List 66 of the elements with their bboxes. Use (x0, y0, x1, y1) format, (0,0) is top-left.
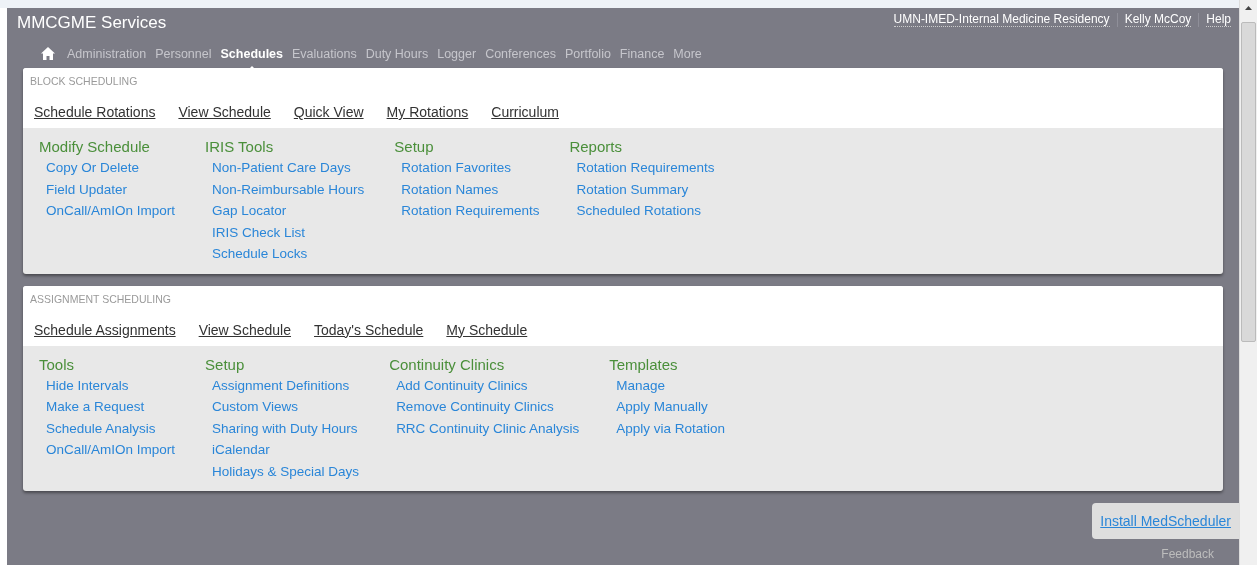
menu-link[interactable]: Manage (609, 374, 725, 396)
section-title: ASSIGNMENT SCHEDULING (30, 292, 171, 305)
menu-link[interactable]: Copy Or Delete (39, 157, 176, 179)
menu-link[interactable]: Gap Locator (205, 200, 365, 222)
tab-link[interactable]: Today's Schedule (314, 321, 424, 338)
tab-link[interactable]: View Schedule (198, 321, 291, 338)
group-heading: Setup (205, 355, 246, 373)
group-heading: IRIS Tools (205, 138, 275, 155)
nav-tab[interactable]: More (673, 47, 702, 61)
header-link[interactable]: Kelly McCoy (1124, 12, 1192, 27)
menu-link[interactable]: Apply Manually (609, 396, 725, 418)
nav-tab[interactable]: Conferences (485, 47, 556, 61)
tab-link[interactable]: Schedule Rotations (34, 104, 156, 120)
menu-link[interactable]: Non-Reimbursable Hours (205, 178, 365, 200)
group-heading: Continuity Clinics (389, 355, 506, 373)
tab-link[interactable]: View Schedule (178, 104, 271, 120)
feedback-link[interactable]: Feedback (1161, 547, 1214, 561)
menu-link[interactable]: Make a Request (39, 396, 176, 418)
nav-tab[interactable]: Portfolio (565, 47, 611, 61)
menu-link[interactable]: Rotation Requirements (569, 157, 715, 179)
tab-link[interactable]: Curriculum (491, 104, 559, 120)
menu-link[interactable]: Sharing with Duty Hours (205, 417, 360, 439)
menu-link[interactable]: Add Continuity Clinics (389, 374, 580, 396)
nav-tab[interactable]: Duty Hours (365, 47, 429, 61)
scrollbar[interactable] (1239, 0, 1257, 565)
menu-link[interactable]: Non-Patient Care Days (205, 157, 365, 179)
nav-tab[interactable]: Logger (437, 47, 477, 61)
group-heading: Templates (609, 355, 679, 373)
section-title: BLOCK SCHEDULING (30, 75, 138, 87)
menu-link[interactable]: Hide Intervals (39, 374, 176, 396)
menu-link[interactable]: Custom Views (205, 396, 360, 418)
menu-link[interactable]: iCalendar (205, 439, 360, 461)
tab-link[interactable]: My Schedule (446, 321, 528, 338)
home-icon[interactable] (41, 46, 55, 60)
group-heading: Modify Schedule (39, 138, 151, 155)
menu-link[interactable]: Rotation Favorites (394, 157, 540, 179)
menu-link[interactable]: OnCall/AmIOn Import (39, 439, 176, 461)
menu-link[interactable]: Rotation Requirements (394, 200, 540, 222)
group-heading: Setup (394, 138, 435, 155)
menu-link[interactable]: Schedule Locks (205, 243, 365, 265)
nav-tab[interactable]: Administration (67, 47, 147, 61)
menu-link[interactable]: Field Updater (39, 178, 176, 200)
menu-link[interactable]: OnCall/AmIOn Import (39, 200, 176, 222)
app-title: MMCGME Services (17, 13, 167, 33)
menu-link[interactable]: RRC Continuity Clinic Analysis (389, 417, 580, 439)
nav-tab[interactable]: Schedules (220, 47, 284, 61)
header-link[interactable]: UMN-IMED-Internal Medicine Residency (893, 12, 1110, 27)
menu-link[interactable]: Rotation Summary (569, 178, 715, 200)
menu-link[interactable]: Rotation Names (394, 178, 540, 200)
group-heading: Tools (39, 355, 76, 373)
group-heading: Reports (569, 138, 623, 155)
menu-link[interactable]: Holidays & Special Days (205, 460, 360, 482)
menu-link[interactable]: Apply via Rotation (609, 417, 725, 439)
menu-link[interactable]: Scheduled Rotations (569, 200, 715, 222)
tab-link[interactable]: Schedule Assignments (34, 321, 176, 338)
nav-tab[interactable]: Evaluations (292, 47, 357, 61)
menu-link[interactable]: Assignment Definitions (205, 374, 360, 396)
header-link[interactable]: Help (1206, 12, 1231, 27)
tab-link[interactable]: Quick View (293, 104, 364, 120)
menu-link[interactable]: IRIS Check List (205, 221, 365, 243)
nav-tab[interactable]: Personnel (155, 47, 212, 61)
nav-tab[interactable]: Finance (619, 47, 665, 61)
menu-link[interactable]: Schedule Analysis (39, 417, 176, 439)
menu-link[interactable]: Remove Continuity Clinics (389, 396, 580, 418)
tab-link[interactable]: My Rotations (386, 104, 469, 120)
install-link[interactable]: Install MedScheduler (1100, 513, 1231, 529)
